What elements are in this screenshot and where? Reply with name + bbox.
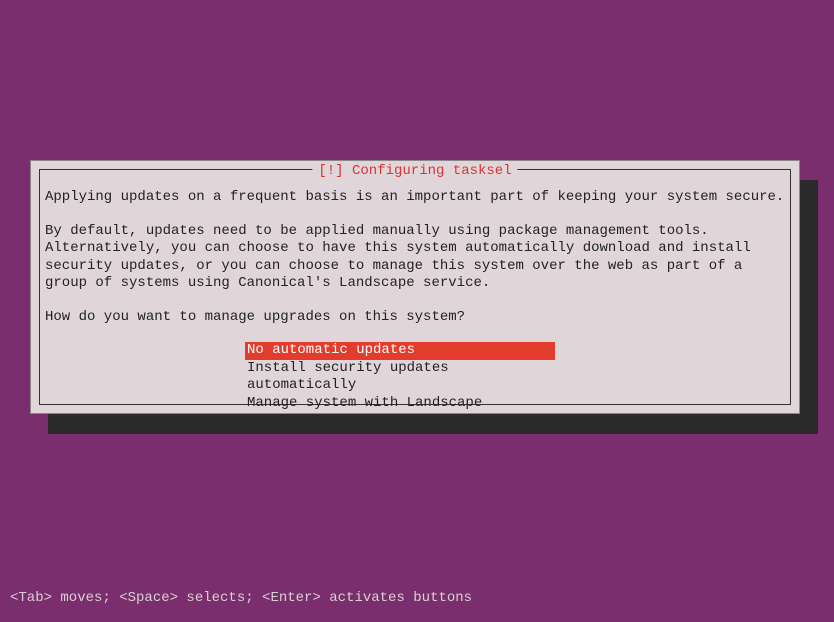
dialog-content: Applying updates on a frequent basis is … bbox=[45, 189, 785, 412]
keyboard-hint: <Tab> moves; <Space> selects; <Enter> ac… bbox=[10, 590, 472, 606]
option-manage-with-landscape[interactable]: Manage system with Landscape bbox=[245, 395, 555, 413]
dialog-question: How do you want to manage upgrades on th… bbox=[45, 309, 785, 327]
dialog-title: [!] Configuring tasksel bbox=[312, 163, 517, 179]
configure-tasksel-dialog: [!] Configuring tasksel Applying updates… bbox=[30, 160, 800, 414]
option-no-automatic-updates[interactable]: No automatic updates bbox=[245, 342, 555, 360]
dialog-paragraph-2: By default, updates need to be applied m… bbox=[45, 223, 785, 293]
option-install-security-updates[interactable]: Install security updates automatically bbox=[245, 360, 555, 395]
options-list: No automatic updates Install security up… bbox=[245, 342, 785, 412]
dialog-paragraph-1: Applying updates on a frequent basis is … bbox=[45, 189, 785, 207]
